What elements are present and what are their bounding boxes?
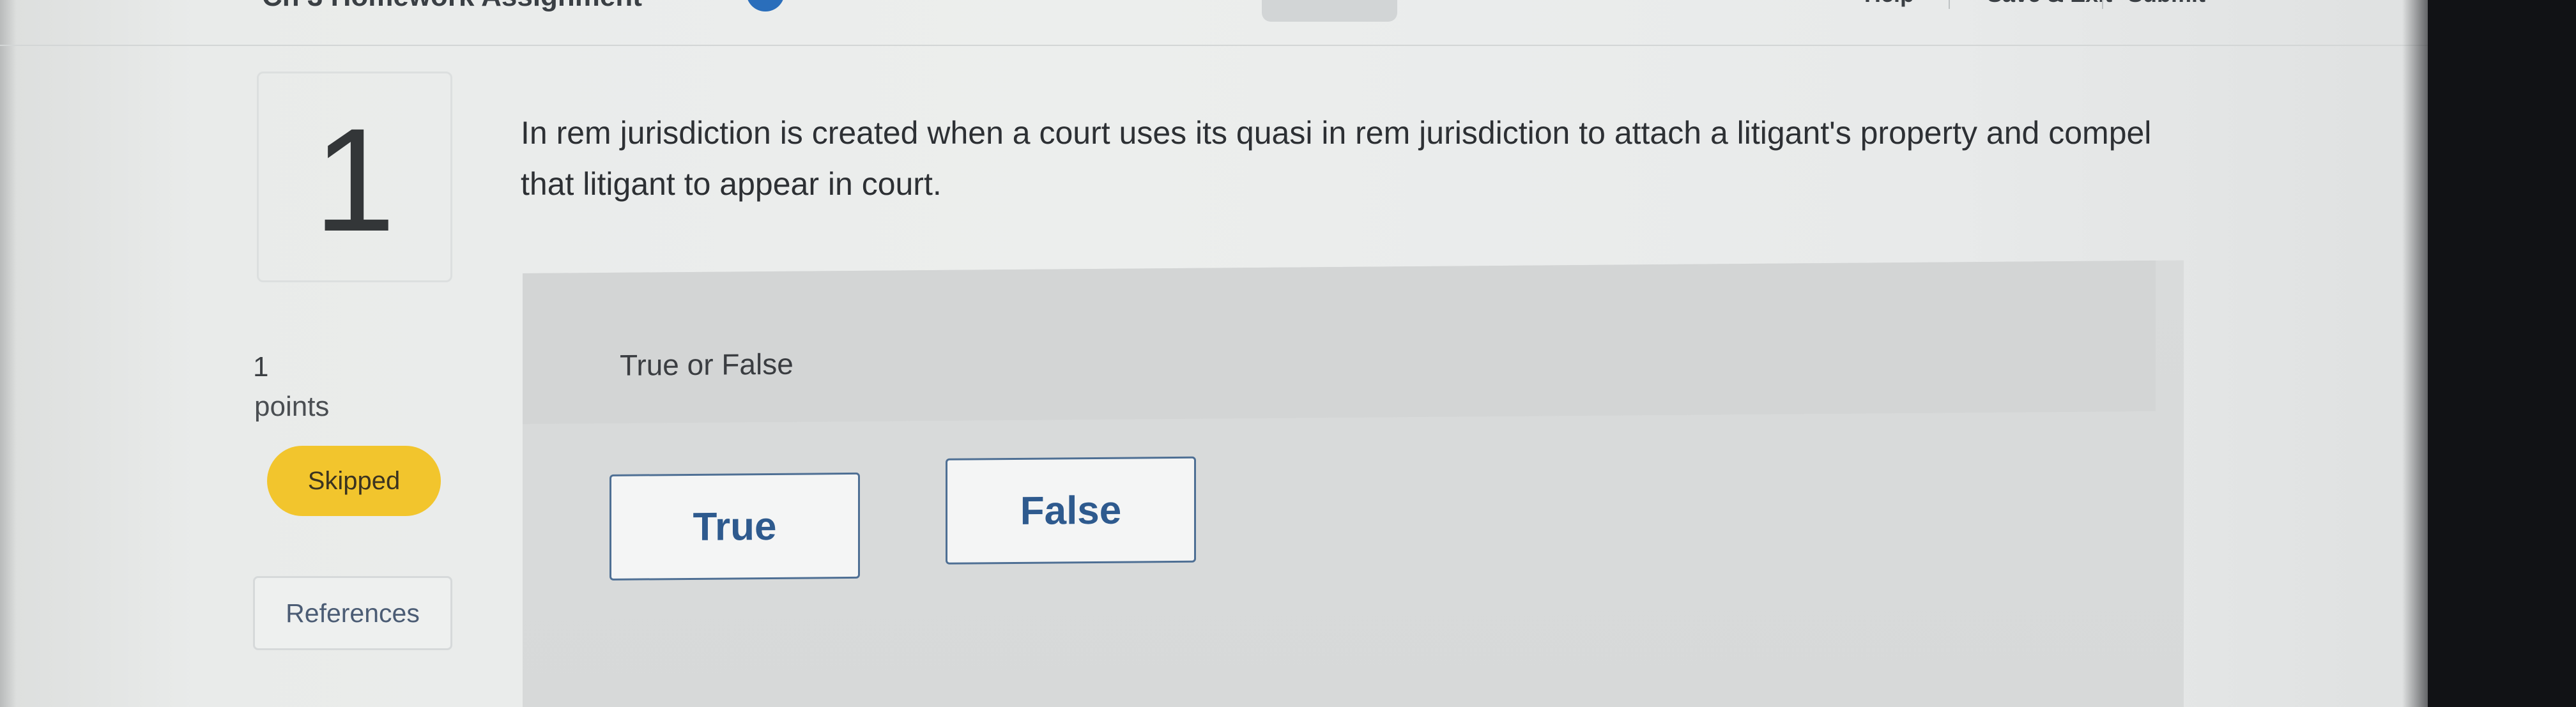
assignment-title: Ch 3 Homework Assignment [262,0,747,13]
submit-link[interactable]: Submit [2128,0,2205,8]
references-button[interactable]: References [253,576,452,650]
header-divider [2102,0,2103,9]
header-divider [1949,0,1950,9]
save-exit-link[interactable]: Save & Exit [1987,0,2112,8]
help-link[interactable]: Help [1864,0,1914,8]
question-number: 1 [314,98,395,262]
info-icon[interactable] [746,0,785,11]
points-value: 1 [253,351,269,383]
status-badge-skipped: Skipped [267,446,441,516]
question-number-card: 1 [257,72,452,282]
save-status-pill [1262,0,1397,22]
browser-viewport: Ch 3 Homework Assignment Help Save & Exi… [0,0,2428,707]
answer-panel-header: True or False [523,260,2156,424]
screen-bezel-edge [2402,0,2428,707]
question-type-label: True or False [620,347,793,382]
assignment-header: Ch 3 Homework Assignment Help Save & Exi… [0,0,2428,46]
points-label: points [254,391,330,422]
question-prompt: In rem jurisdiction is created when a co… [521,115,2152,202]
screen-bezel-shadow [0,0,17,707]
answer-panel: True or False True False [523,260,2184,707]
answer-false-button[interactable]: False [946,456,1196,565]
answer-true-button[interactable]: True [610,472,860,581]
